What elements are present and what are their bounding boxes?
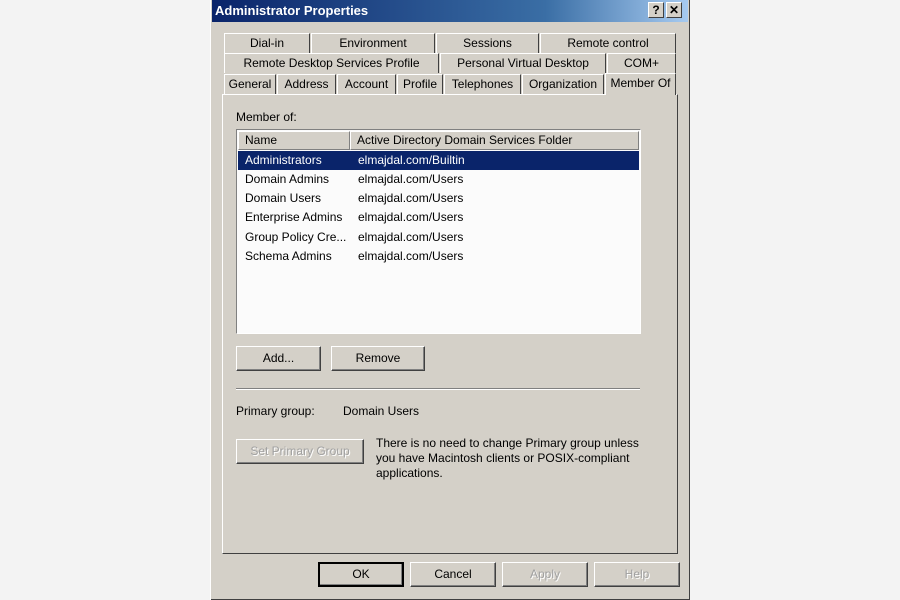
tab-organization[interactable]: Organization (522, 74, 604, 94)
cancel-button[interactable]: Cancel (410, 562, 496, 587)
group-folder: elmajdal.com/Builtin (358, 153, 465, 167)
group-name: Schema Admins (245, 249, 332, 263)
group-name: Group Policy Cre... (245, 230, 347, 244)
tab-environment[interactable]: Environment (311, 33, 435, 53)
primary-group-note: There is no need to change Primary group… (376, 436, 639, 480)
title-bar[interactable]: Administrator Properties ? ✕ (212, 0, 688, 22)
tab-remote-control[interactable]: Remote control (540, 33, 676, 53)
group-folder: elmajdal.com/Users (358, 230, 464, 244)
member-of-panel: Member of: Name Active Directory Domain … (222, 94, 678, 554)
group-name: Administrators (245, 153, 322, 167)
tab-remote-desktop-services-profile[interactable]: Remote Desktop Services Profile (224, 53, 439, 73)
list-item[interactable]: Group Policy Cre... elmajdal.com/Users (238, 228, 639, 247)
window-title: Administrator Properties (215, 3, 369, 18)
primary-group-value: Domain Users (343, 404, 420, 418)
group-name: Domain Users (245, 191, 322, 205)
list-item[interactable]: Domain Admins elmajdal.com/Users (238, 170, 639, 189)
group-folder: elmajdal.com/Users (358, 210, 464, 224)
tab-account[interactable]: Account (337, 74, 396, 94)
tab-address[interactable]: Address (277, 74, 336, 94)
separator (236, 388, 640, 390)
group-folder: elmajdal.com/Users (358, 191, 464, 205)
tab-telephones[interactable]: Telephones (444, 74, 521, 94)
list-item[interactable]: Schema Admins elmajdal.com/Users (238, 247, 639, 266)
add-button[interactable]: Add... (236, 346, 321, 371)
group-name: Enterprise Admins (245, 210, 343, 224)
tab-com-plus[interactable]: COM+ (607, 53, 676, 73)
tab-personal-virtual-desktop[interactable]: Personal Virtual Desktop (440, 53, 606, 73)
primary-group-label: Primary group: (236, 404, 315, 418)
member-of-label: Member of: (236, 110, 297, 124)
list-item[interactable]: Administrators elmajdal.com/Builtin (238, 151, 639, 170)
tab-dial-in[interactable]: Dial-in (224, 33, 310, 53)
close-icon[interactable]: ✕ (666, 2, 682, 18)
apply-button[interactable]: Apply (502, 562, 588, 587)
set-primary-group-button[interactable]: Set Primary Group (236, 439, 364, 464)
column-header-folder[interactable]: Active Directory Domain Services Folder (350, 131, 639, 150)
group-folder: elmajdal.com/Users (358, 172, 464, 186)
remove-button[interactable]: Remove (331, 346, 425, 371)
ok-button[interactable]: OK (318, 562, 404, 587)
tab-member-of[interactable]: Member Of (605, 73, 676, 95)
group-name: Domain Admins (245, 172, 330, 186)
tab-sessions[interactable]: Sessions (436, 33, 539, 53)
member-of-list[interactable]: Name Active Directory Domain Services Fo… (236, 129, 641, 334)
help-icon[interactable]: ? (648, 2, 664, 18)
group-folder: elmajdal.com/Users (358, 249, 464, 263)
list-item[interactable]: Enterprise Admins elmajdal.com/Users (238, 208, 639, 227)
tab-general[interactable]: General (224, 74, 276, 94)
help-button[interactable]: Help (594, 562, 680, 587)
tab-profile[interactable]: Profile (397, 74, 443, 94)
column-header-name[interactable]: Name (238, 131, 350, 150)
properties-dialog: Administrator Properties ? ✕ Dial-in Env… (210, 0, 690, 600)
list-item[interactable]: Domain Users elmajdal.com/Users (238, 189, 639, 208)
